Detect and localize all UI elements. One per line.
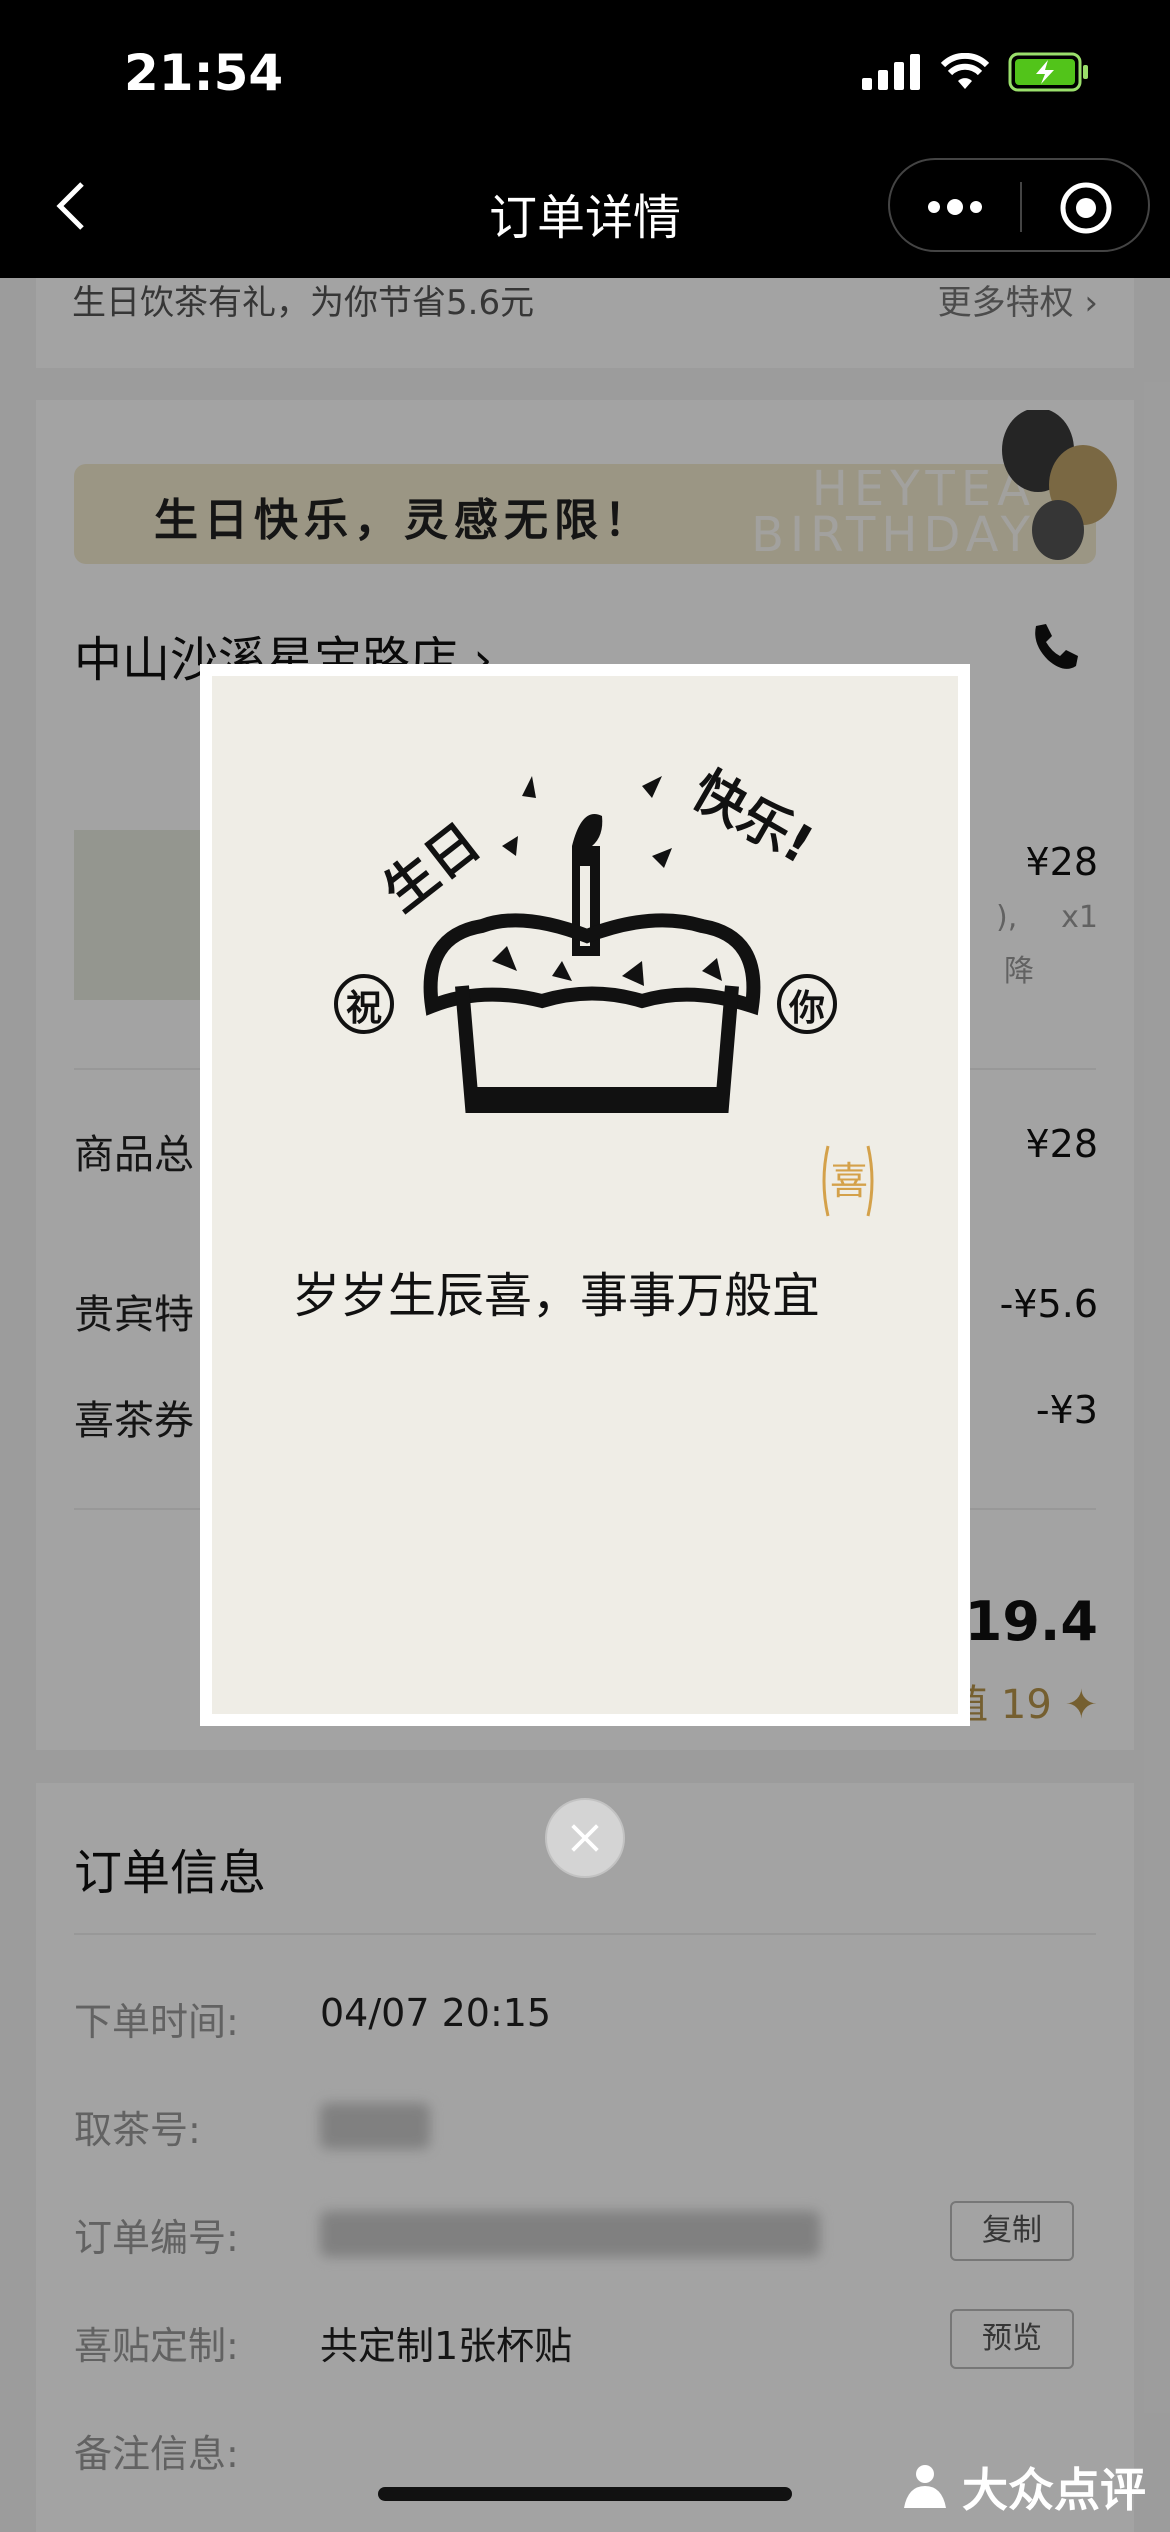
signal-icon bbox=[862, 54, 920, 90]
status-bar: 21:54 bbox=[0, 0, 1170, 130]
xi-stamp-icon: 喜 bbox=[822, 1145, 874, 1217]
watermark: 大众点评 bbox=[898, 2454, 1146, 2520]
birthday-wish: 岁岁生辰喜，事事万般宜 bbox=[292, 1268, 821, 1324]
bless-left: 祝 bbox=[346, 988, 382, 1029]
cake-text-left: 生日 bbox=[373, 812, 492, 923]
cake-text-right: 快乐! bbox=[682, 760, 823, 876]
status-icons bbox=[862, 52, 1090, 92]
birthday-card: 生日 快乐! 祝 你 喜 岁岁生辰喜，事事万般宜 bbox=[212, 676, 958, 1714]
close-miniprogram-icon[interactable] bbox=[1058, 180, 1114, 236]
miniprogram-capsule bbox=[888, 158, 1150, 252]
dianping-logo-icon bbox=[904, 2465, 946, 2508]
close-modal-button[interactable] bbox=[545, 1798, 625, 1878]
home-indicator bbox=[378, 2487, 792, 2501]
stamp-text: 喜 bbox=[830, 1159, 868, 1203]
wifi-icon bbox=[940, 53, 990, 89]
watermark-text: 大众点评 bbox=[962, 2463, 1146, 2517]
bless-right: 你 bbox=[788, 988, 825, 1029]
status-time: 21:54 bbox=[124, 44, 284, 102]
battery-icon bbox=[1008, 52, 1088, 92]
nav-bar: 订单详情 bbox=[0, 130, 1170, 278]
capsule-divider bbox=[1020, 182, 1022, 232]
more-icon[interactable] bbox=[924, 190, 986, 224]
birthday-cake-illustration: 生日 快乐! 祝 你 bbox=[334, 760, 837, 1113]
birthday-card-modal: 生日 快乐! 祝 你 喜 岁岁生辰喜，事事万般宜 bbox=[200, 664, 970, 1726]
